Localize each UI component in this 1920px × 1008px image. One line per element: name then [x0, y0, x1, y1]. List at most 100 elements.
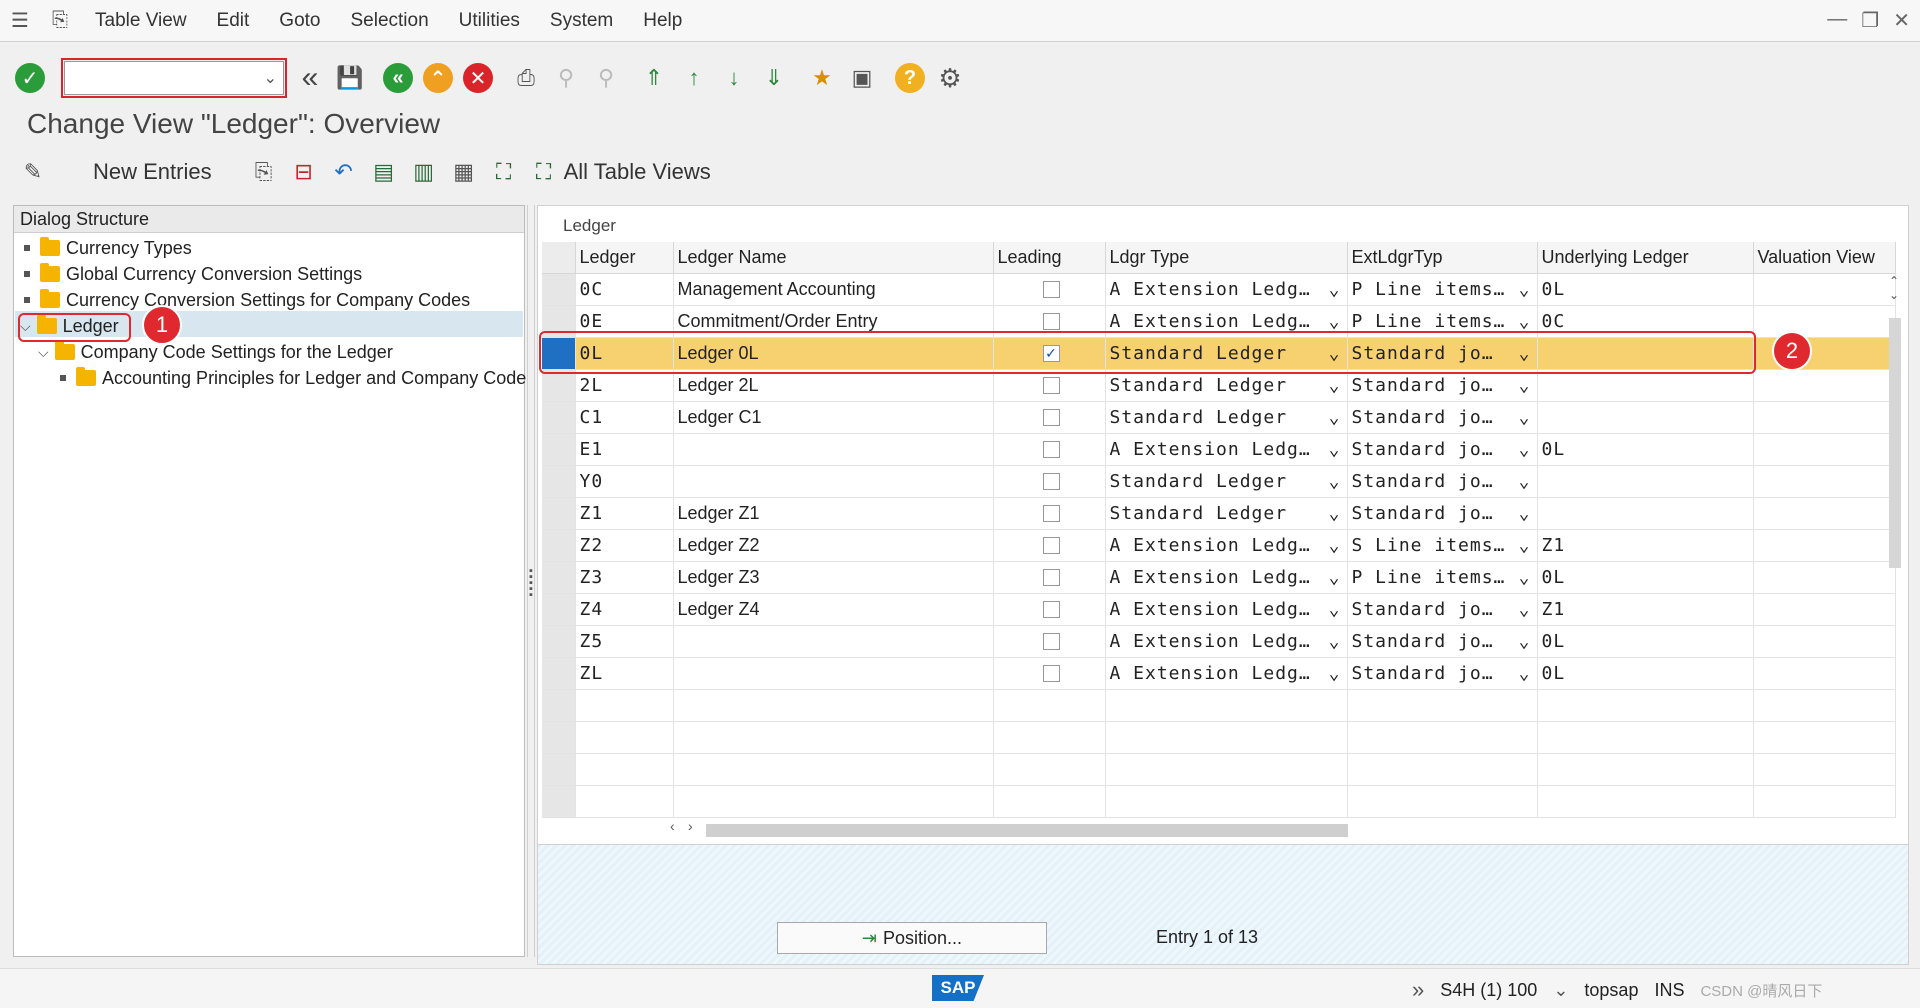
col-header-ext-ldgr-typ[interactable]: ExtLdgrTyp — [1347, 242, 1538, 274]
chevron-down-icon[interactable]: ⌄ — [1519, 599, 1531, 620]
undo-icon[interactable]: ↶ — [326, 154, 362, 190]
cell-ledger[interactable]: E1 — [575, 433, 674, 466]
menu-utilities[interactable]: Utilities — [444, 10, 535, 32]
hscroll-thumb[interactable] — [706, 824, 1348, 837]
cell-ldgr-type[interactable]: Standard Ledger ⌄ — [1105, 401, 1348, 434]
table-row[interactable]: 0C Management Accounting A Extension Ledg…… — [542, 273, 1896, 306]
table-row[interactable]: C1 Ledger C1 Standard Ledger ⌄ Standard jo… — [542, 401, 1896, 434]
find-icon[interactable]: ⚲ — [548, 60, 584, 96]
cell-ext-ldgr-typ[interactable]: Standard jo… ⌄ — [1347, 657, 1538, 690]
chevron-down-icon[interactable]: ⌄ — [1519, 663, 1531, 684]
next-page-icon[interactable]: ↓ — [716, 60, 752, 96]
cell-ext-ldgr-typ[interactable]: P Line items… ⌄ — [1347, 561, 1538, 594]
tree-item-currency-conversion-company-codes[interactable]: Currency Conversion Settings for Company… — [24, 287, 470, 313]
tree-item-global-currency-conversion[interactable]: Global Currency Conversion Settings — [24, 261, 362, 287]
leading-checkbox[interactable] — [1042, 440, 1060, 458]
table-row[interactable]: Z2 Ledger Z2 A Extension Ledg… ⌄ S Line item… — [542, 529, 1896, 562]
cell-ledger[interactable]: Z2 — [575, 529, 674, 562]
chevron-down-icon[interactable]: ⌄ — [1329, 631, 1341, 652]
table-row[interactable]: ZL A Extension Ledg… ⌄ Standard jo… ⌄ 0L — [542, 657, 1896, 690]
cell-valuation-view[interactable] — [1753, 369, 1896, 402]
row-selector[interactable] — [542, 497, 576, 530]
previous-page-icon[interactable]: ↑ — [676, 60, 712, 96]
tree-item-company-code-settings[interactable]: ⌵ Company Code Settings for the Ledger — [38, 339, 393, 365]
new-session-icon[interactable]: ★ — [804, 60, 840, 96]
chevron-down-icon[interactable]: ⌄ — [1329, 503, 1341, 524]
cell-ldgr-type[interactable]: A Extension Ledg… ⌄ — [1105, 593, 1348, 626]
maximize-icon[interactable]: ❐ — [1861, 8, 1879, 33]
leading-checkbox[interactable] — [1042, 632, 1060, 650]
cell-ledger-name[interactable] — [673, 657, 994, 690]
leading-checkbox[interactable] — [1042, 600, 1060, 618]
cell-ledger[interactable]: Z5 — [575, 625, 674, 658]
cell-ledger[interactable]: Z3 — [575, 561, 674, 594]
chevron-down-icon[interactable]: ⌄ — [1519, 535, 1531, 556]
transport-icon[interactable]: ⛶ — [486, 154, 522, 190]
col-header-valuation-view[interactable]: Valuation View — [1753, 242, 1896, 274]
chevron-down-icon[interactable]: ⌄ — [1519, 439, 1531, 460]
table-row[interactable]: Z3 Ledger Z3 A Extension Ledg… ⌄ P Line item… — [542, 561, 1896, 594]
chevron-down-icon[interactable]: ⌄ — [1519, 279, 1531, 300]
cell-ledger[interactable]: Z1 — [575, 497, 674, 530]
col-header-underlying-ledger[interactable]: Underlying Ledger — [1537, 242, 1754, 274]
scroll-left-icon[interactable]: ‹ — [670, 818, 675, 834]
chevron-down-icon[interactable]: ⌄ — [1519, 407, 1531, 428]
row-selector[interactable] — [542, 593, 576, 626]
horizontal-scrollbar[interactable]: ‹ › — [660, 818, 1900, 838]
col-header-ledger-name[interactable]: Ledger Name — [673, 242, 994, 274]
help-icon[interactable]: ? — [892, 60, 928, 96]
cell-ldgr-type[interactable]: A Extension Ledg… ⌄ — [1105, 529, 1348, 562]
cell-ext-ldgr-typ[interactable]: Standard jo… ⌄ — [1347, 497, 1538, 530]
table-row[interactable]: Z1 Ledger Z1 Standard Ledger ⌄ Standard jo… — [542, 497, 1896, 530]
row-selector[interactable] — [542, 561, 576, 594]
cell-underlying-ledger[interactable] — [1537, 401, 1754, 434]
leading-checkbox[interactable] — [1042, 280, 1060, 298]
shortcut-icon[interactable]: ▣ — [844, 60, 880, 96]
double-left-icon[interactable]: « — [292, 60, 328, 96]
splitter-grip-icon[interactable]: ▪ ▪ ▪ ▪ ▪ — [528, 566, 534, 612]
print-icon[interactable]: ⎙ — [508, 60, 544, 96]
leading-checkbox[interactable] — [1042, 312, 1060, 330]
menu-selection[interactable]: Selection — [336, 10, 444, 32]
select-all-icon[interactable]: ▤ — [366, 154, 402, 190]
cell-valuation-view[interactable] — [1753, 625, 1896, 658]
select-block-icon[interactable]: ▥ — [406, 154, 442, 190]
deselect-all-icon[interactable]: ▦ — [446, 154, 482, 190]
chevron-down-icon[interactable]: ⌄ — [1519, 503, 1531, 524]
cell-ledger-name[interactable] — [673, 465, 994, 498]
leading-checkbox[interactable] — [1042, 408, 1060, 426]
delete-icon[interactable]: ⊟ — [286, 154, 322, 190]
chevron-down-icon[interactable]: ⌄ — [1519, 471, 1531, 492]
row-selector[interactable] — [542, 529, 576, 562]
minimize-icon[interactable]: — — [1827, 8, 1847, 33]
menu-help[interactable]: Help — [628, 10, 697, 32]
all-table-views-icon[interactable]: ⛶ — [526, 154, 562, 190]
cancel-icon[interactable]: ✕ — [460, 60, 496, 96]
close-window-icon[interactable]: ✕ — [1893, 8, 1910, 33]
chevron-down-icon[interactable]: ⌄ — [1519, 567, 1531, 588]
cell-underlying-ledger[interactable] — [1537, 497, 1754, 530]
leading-checkbox[interactable] — [1042, 376, 1060, 394]
find-next-icon[interactable]: ⚲ — [588, 60, 624, 96]
cell-ldgr-type[interactable]: A Extension Ledg… ⌄ — [1105, 273, 1348, 306]
row-selector[interactable] — [542, 657, 576, 690]
cell-valuation-view[interactable] — [1753, 529, 1896, 562]
customize-icon[interactable]: ⎘ — [40, 0, 80, 42]
chevron-down-icon[interactable]: ⌄ — [1329, 535, 1341, 556]
tree-item-accounting-principles[interactable]: Accounting Principles for Ledger and Com… — [60, 365, 526, 391]
enter-icon[interactable]: ✓ — [12, 60, 48, 96]
scroll-right-icon[interactable]: › — [688, 818, 693, 834]
cell-ledger-name[interactable]: Ledger Z3 — [673, 561, 994, 594]
scroll-thumb[interactable] — [1889, 318, 1901, 568]
empty-row[interactable] — [542, 785, 1896, 818]
cell-valuation-view[interactable] — [1753, 465, 1896, 498]
chevron-down-icon[interactable]: ⌄ — [1519, 311, 1531, 332]
expand-status-icon[interactable]: » — [1412, 977, 1424, 1003]
cell-valuation-view[interactable] — [1753, 657, 1896, 690]
chevron-down-icon[interactable]: ⌄ — [1519, 631, 1531, 652]
status-system[interactable]: S4H (1) 100 — [1440, 980, 1537, 1001]
chevron-down-icon[interactable]: ⌄ — [1329, 311, 1341, 332]
cell-ldgr-type[interactable]: A Extension Ledg… ⌄ — [1105, 433, 1348, 466]
cell-underlying-ledger[interactable]: Z1 — [1537, 529, 1754, 562]
cell-ledger-name[interactable]: Ledger Z2 — [673, 529, 994, 562]
